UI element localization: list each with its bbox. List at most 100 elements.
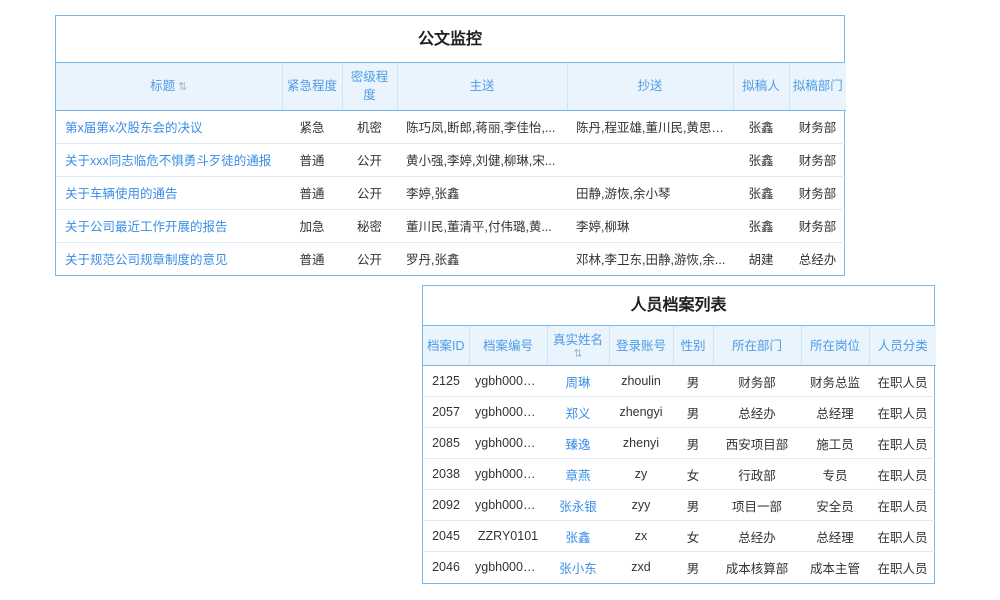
personnel-name-link[interactable]: 张鑫 [547, 521, 609, 552]
doc-cell-dept: 财务部 [789, 209, 846, 242]
personnel-cell-dept: 总经办 [713, 397, 801, 428]
doc-cell-cc: 田静,游恢,余小琴 [567, 176, 733, 209]
table-row: 关于xxx同志临危不惧勇斗歹徒的通报 普通 公开 黄小强,李婷,刘健,柳琳,宋.… [56, 143, 846, 176]
doc-cell-drafter: 张鑫 [733, 143, 789, 176]
table-row: 2085 ygbh000111 臻逸 zhenyi 男 西安项目部 施工员 在职… [423, 428, 936, 459]
personnel-cell-account: zxd [609, 552, 673, 583]
personnel-cell-id: 2046 [423, 552, 469, 583]
personnel-col-department: 所在部门 [713, 326, 801, 366]
personnel-cell-gender: 男 [673, 490, 713, 521]
personnel-cell-position: 成本主管 [801, 552, 869, 583]
doc-col-security: 密级程度 [342, 63, 397, 110]
doc-cell-urgency: 普通 [282, 176, 342, 209]
personnel-cell-account: zyy [609, 490, 673, 521]
table-row: 2045 ZZRY0101 张鑫 zx 女 总经办 总经理 在职人员 [423, 521, 936, 552]
personnel-col-archive-no: 档案编号 [469, 326, 547, 366]
doc-cell-drafter: 张鑫 [733, 209, 789, 242]
personnel-archive-table: 档案ID 档案编号 真实姓名⇅ 登录账号 性别 所在部门 所在岗位 人员分类 2… [423, 326, 936, 583]
doc-monitor-panel: 公文监控 标题⇅ 紧急程度 密级程度 主送 抄送 拟稿人 拟稿部门 第x届第x次… [55, 15, 845, 276]
doc-title-link[interactable]: 第x届第x次股东会的决议 [56, 110, 282, 143]
personnel-cell-category: 在职人员 [869, 397, 936, 428]
personnel-cell-id: 2125 [423, 366, 469, 397]
personnel-cell-id: 2092 [423, 490, 469, 521]
sort-icon[interactable]: ⇅ [551, 349, 606, 360]
personnel-col-gender: 性别 [673, 326, 713, 366]
table-row: 第x届第x次股东会的决议 紧急 机密 陈巧凤,断郎,蒋丽,李佳怡,... 陈丹,… [56, 110, 846, 143]
doc-cell-dept: 财务部 [789, 143, 846, 176]
doc-col-title[interactable]: 标题⇅ [56, 63, 282, 110]
personnel-cell-position: 安全员 [801, 490, 869, 521]
doc-cell-dept: 财务部 [789, 110, 846, 143]
personnel-cell-gender: 男 [673, 366, 713, 397]
table-row: 2038 ygbh000038 章燕 zy 女 行政部 专员 在职人员 [423, 459, 936, 490]
personnel-archive-panel: 人员档案列表 档案ID 档案编号 真实姓名⇅ 登录账号 性别 所在部门 所在岗位… [422, 285, 935, 584]
personnel-cell-gender: 男 [673, 552, 713, 583]
doc-cell-cc [567, 143, 733, 176]
personnel-cell-gender: 男 [673, 397, 713, 428]
doc-cell-drafter: 张鑫 [733, 176, 789, 209]
personnel-cell-no: ygbh000070 [469, 366, 547, 397]
doc-cell-drafter: 张鑫 [733, 110, 789, 143]
personnel-cell-category: 在职人员 [869, 521, 936, 552]
doc-cell-cc: 邓林,李卫东,田静,游恢,余... [567, 242, 733, 275]
doc-cell-urgency: 普通 [282, 143, 342, 176]
personnel-name-link[interactable]: 周琳 [547, 366, 609, 397]
doc-title-link[interactable]: 关于规范公司规章制度的意见 [56, 242, 282, 275]
personnel-cell-dept: 西安项目部 [713, 428, 801, 459]
table-row: 关于公司最近工作开展的报告 加急 秘密 董川民,董清平,付伟璐,黄... 李婷,… [56, 209, 846, 242]
personnel-cell-account: zhenyi [609, 428, 673, 459]
doc-cell-urgency: 加急 [282, 209, 342, 242]
table-row: 2092 ygbh000104 张永银 zyy 男 项目一部 安全员 在职人员 [423, 490, 936, 521]
personnel-cell-no: ygbh000050 [469, 552, 547, 583]
personnel-col-real-name-label: 真实姓名 [553, 333, 603, 347]
doc-cell-cc: 陈丹,程亚雄,董川民,黄思璐... [567, 110, 733, 143]
doc-cell-security: 公开 [342, 143, 397, 176]
table-row: 2057 ygbh000068 郑义 zhengyi 男 总经办 总经理 在职人… [423, 397, 936, 428]
personnel-cell-id: 2045 [423, 521, 469, 552]
doc-cell-urgency: 紧急 [282, 110, 342, 143]
personnel-cell-category: 在职人员 [869, 552, 936, 583]
doc-cell-security: 公开 [342, 242, 397, 275]
personnel-cell-position: 财务总监 [801, 366, 869, 397]
personnel-cell-account: zhengyi [609, 397, 673, 428]
personnel-name-link[interactable]: 郑义 [547, 397, 609, 428]
personnel-cell-category: 在职人员 [869, 459, 936, 490]
personnel-cell-gender: 女 [673, 521, 713, 552]
personnel-cell-no: ygbh000068 [469, 397, 547, 428]
personnel-archive-title: 人员档案列表 [423, 286, 934, 326]
doc-title-link[interactable]: 关于公司最近工作开展的报告 [56, 209, 282, 242]
personnel-cell-id: 2085 [423, 428, 469, 459]
doc-cell-drafter: 胡建 [733, 242, 789, 275]
personnel-col-archive-id: 档案ID [423, 326, 469, 366]
personnel-cell-gender: 女 [673, 459, 713, 490]
personnel-cell-gender: 男 [673, 428, 713, 459]
personnel-header-row: 档案ID 档案编号 真实姓名⇅ 登录账号 性别 所在部门 所在岗位 人员分类 [423, 326, 936, 366]
personnel-cell-position: 施工员 [801, 428, 869, 459]
personnel-cell-position: 总经理 [801, 397, 869, 428]
personnel-name-link[interactable]: 张小东 [547, 552, 609, 583]
doc-cell-dept: 总经办 [789, 242, 846, 275]
personnel-cell-id: 2038 [423, 459, 469, 490]
personnel-name-link[interactable]: 章燕 [547, 459, 609, 490]
doc-cell-main: 陈巧凤,断郎,蒋丽,李佳怡,... [397, 110, 567, 143]
personnel-cell-account: zhoulin [609, 366, 673, 397]
personnel-name-link[interactable]: 臻逸 [547, 428, 609, 459]
doc-title-link[interactable]: 关于xxx同志临危不惧勇斗歹徒的通报 [56, 143, 282, 176]
personnel-cell-no: ygbh000111 [469, 428, 547, 459]
doc-header-row: 标题⇅ 紧急程度 密级程度 主送 抄送 拟稿人 拟稿部门 [56, 63, 846, 110]
doc-cell-main: 李婷,张鑫 [397, 176, 567, 209]
doc-col-title-label: 标题 [150, 79, 175, 93]
doc-col-urgency: 紧急程度 [282, 63, 342, 110]
personnel-name-link[interactable]: 张永银 [547, 490, 609, 521]
personnel-cell-no: ygbh000104 [469, 490, 547, 521]
personnel-col-position: 所在岗位 [801, 326, 869, 366]
sort-icon[interactable]: ⇅ [178, 81, 187, 93]
personnel-col-real-name[interactable]: 真实姓名 ⇅ [547, 326, 609, 366]
doc-cell-security: 秘密 [342, 209, 397, 242]
personnel-cell-dept: 成本核算部 [713, 552, 801, 583]
doc-col-drafter: 拟稿人 [733, 63, 789, 110]
doc-col-cc: 抄送 [567, 63, 733, 110]
doc-cell-cc: 李婷,柳琳 [567, 209, 733, 242]
doc-title-link[interactable]: 关于车辆使用的通告 [56, 176, 282, 209]
table-row: 关于规范公司规章制度的意见 普通 公开 罗丹,张鑫 邓林,李卫东,田静,游恢,余… [56, 242, 846, 275]
